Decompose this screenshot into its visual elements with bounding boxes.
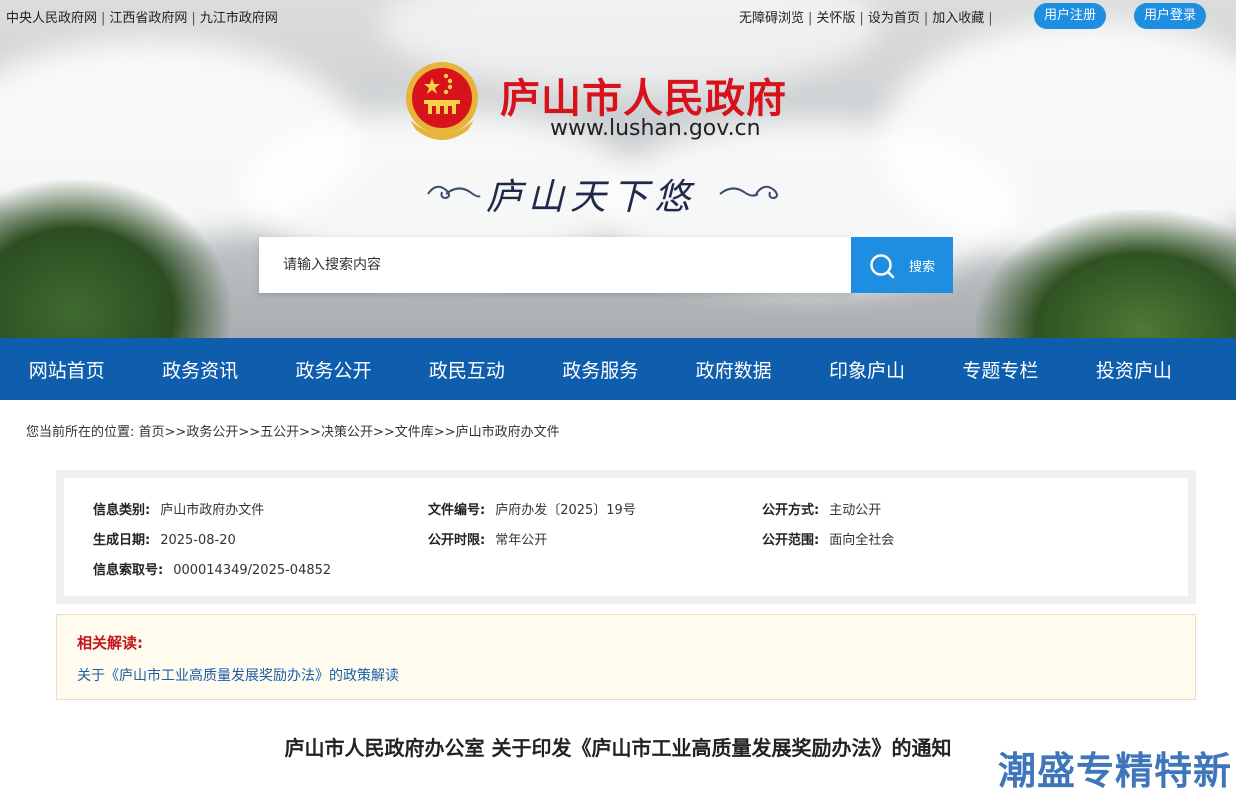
search-button[interactable]: 搜索 <box>851 237 953 293</box>
add-favorite-link[interactable]: 加入收藏 <box>932 11 984 26</box>
breadcrumb: 您当前所在的位置: 首页>>政务公开>>五公开>>决策公开>>文件库>>庐山市政… <box>26 425 560 440</box>
mountain-left-decoration <box>0 180 230 338</box>
search-box <box>259 237 851 293</box>
nav-gov-service[interactable]: 政务服务 <box>534 356 667 383</box>
breadcrumb-prefix: 您当前所在的位置: <box>26 425 139 440</box>
top-left-links: 中央人民政府网 | 江西省政府网 | 九江市政府网 <box>6 11 278 26</box>
login-button[interactable]: 用户登录 <box>1134 3 1206 29</box>
breadcrumb-five-open[interactable]: 五公开 <box>260 425 299 440</box>
site-url: www.lushan.gov.cn <box>550 116 761 141</box>
related-interpretation: 相关解读: 关于《庐山市工业高质量发展奖励办法》的政策解读 <box>56 614 1196 700</box>
info-period: 公开时限: 常年公开 <box>428 533 548 548</box>
info-mode: 公开方式: 主动公开 <box>762 503 882 518</box>
related-title: 相关解读: <box>77 634 143 652</box>
care-version-link[interactable]: 关怀版 <box>816 11 855 26</box>
info-panel: 信息类别: 庐山市政府办文件 文件编号: 庐府办发〔2025〕19号 公开方式: 主动… <box>56 470 1196 604</box>
info-panel-inner: 信息类别: 庐山市政府办文件 文件编号: 庐府办发〔2025〕19号 公开方式: 主动… <box>64 478 1188 596</box>
register-button[interactable]: 用户注册 <box>1034 3 1106 29</box>
info-date: 生成日期: 2025-08-20 <box>93 533 236 548</box>
breadcrumb-disclosure[interactable]: 政务公开 <box>186 425 238 440</box>
link-central-gov[interactable]: 中央人民政府网 <box>6 11 97 26</box>
link-jiujiang-gov[interactable]: 九江市政府网 <box>200 11 278 26</box>
national-emblem-icon <box>406 62 478 140</box>
main-nav: 网站首页 政务资讯 政务公开 政民互动 政务服务 政府数据 印象庐山 专题专栏 … <box>0 338 1236 400</box>
link-jiangxi-gov[interactable]: 江西省政府网 <box>109 11 187 26</box>
top-right-links: 无障碍浏览 | 关怀版 | 设为首页 | 加入收藏 | <box>739 11 993 26</box>
breadcrumb-decision[interactable]: 决策公开 <box>321 425 373 440</box>
nav-gov-disclosure[interactable]: 政务公开 <box>267 356 400 383</box>
info-doc-no: 文件编号: 庐府办发〔2025〕19号 <box>428 503 636 518</box>
nav-interaction[interactable]: 政民互动 <box>400 356 533 383</box>
nav-investment[interactable]: 投资庐山 <box>1067 356 1200 383</box>
nav-special[interactable]: 专题专栏 <box>934 356 1067 383</box>
breadcrumb-home[interactable]: 首页 <box>139 425 165 440</box>
swirl-left-decoration <box>427 185 481 200</box>
breadcrumb-current[interactable]: 庐山市政府办文件 <box>456 425 560 440</box>
mountain-right-decoration <box>976 210 1236 338</box>
nav-home[interactable]: 网站首页 <box>0 356 133 383</box>
nav-gov-news[interactable]: 政务资讯 <box>133 356 266 383</box>
search-button-label: 搜索 <box>909 260 936 275</box>
accessible-link[interactable]: 无障碍浏览 <box>739 11 804 26</box>
info-scope: 公开范围: 面向全社会 <box>762 533 895 548</box>
slogan: 庐山天下悠 <box>486 177 697 218</box>
nav-gov-data[interactable]: 政府数据 <box>667 356 800 383</box>
nav-impression[interactable]: 印象庐山 <box>800 356 933 383</box>
swirl-right-decoration <box>719 185 778 200</box>
watermark-logo: 潮盛专精特新 <box>998 749 1233 793</box>
info-category: 信息类别: 庐山市政府办文件 <box>93 503 265 518</box>
site-header: 中央人民政府网 | 江西省政府网 | 九江市政府网 无障碍浏览 | 关怀版 | 设为首页 | 加入收… <box>0 0 1236 338</box>
breadcrumb-library[interactable]: 文件库 <box>395 425 434 440</box>
set-home-link[interactable]: 设为首页 <box>868 11 920 26</box>
info-index: 信息索取号: 000014349/2025-04852 <box>93 563 332 578</box>
related-link[interactable]: 关于《庐山市工业高质量发展奖励办法》的政策解读 <box>77 665 399 685</box>
search-icon <box>870 254 895 279</box>
search-input[interactable] <box>259 237 851 293</box>
